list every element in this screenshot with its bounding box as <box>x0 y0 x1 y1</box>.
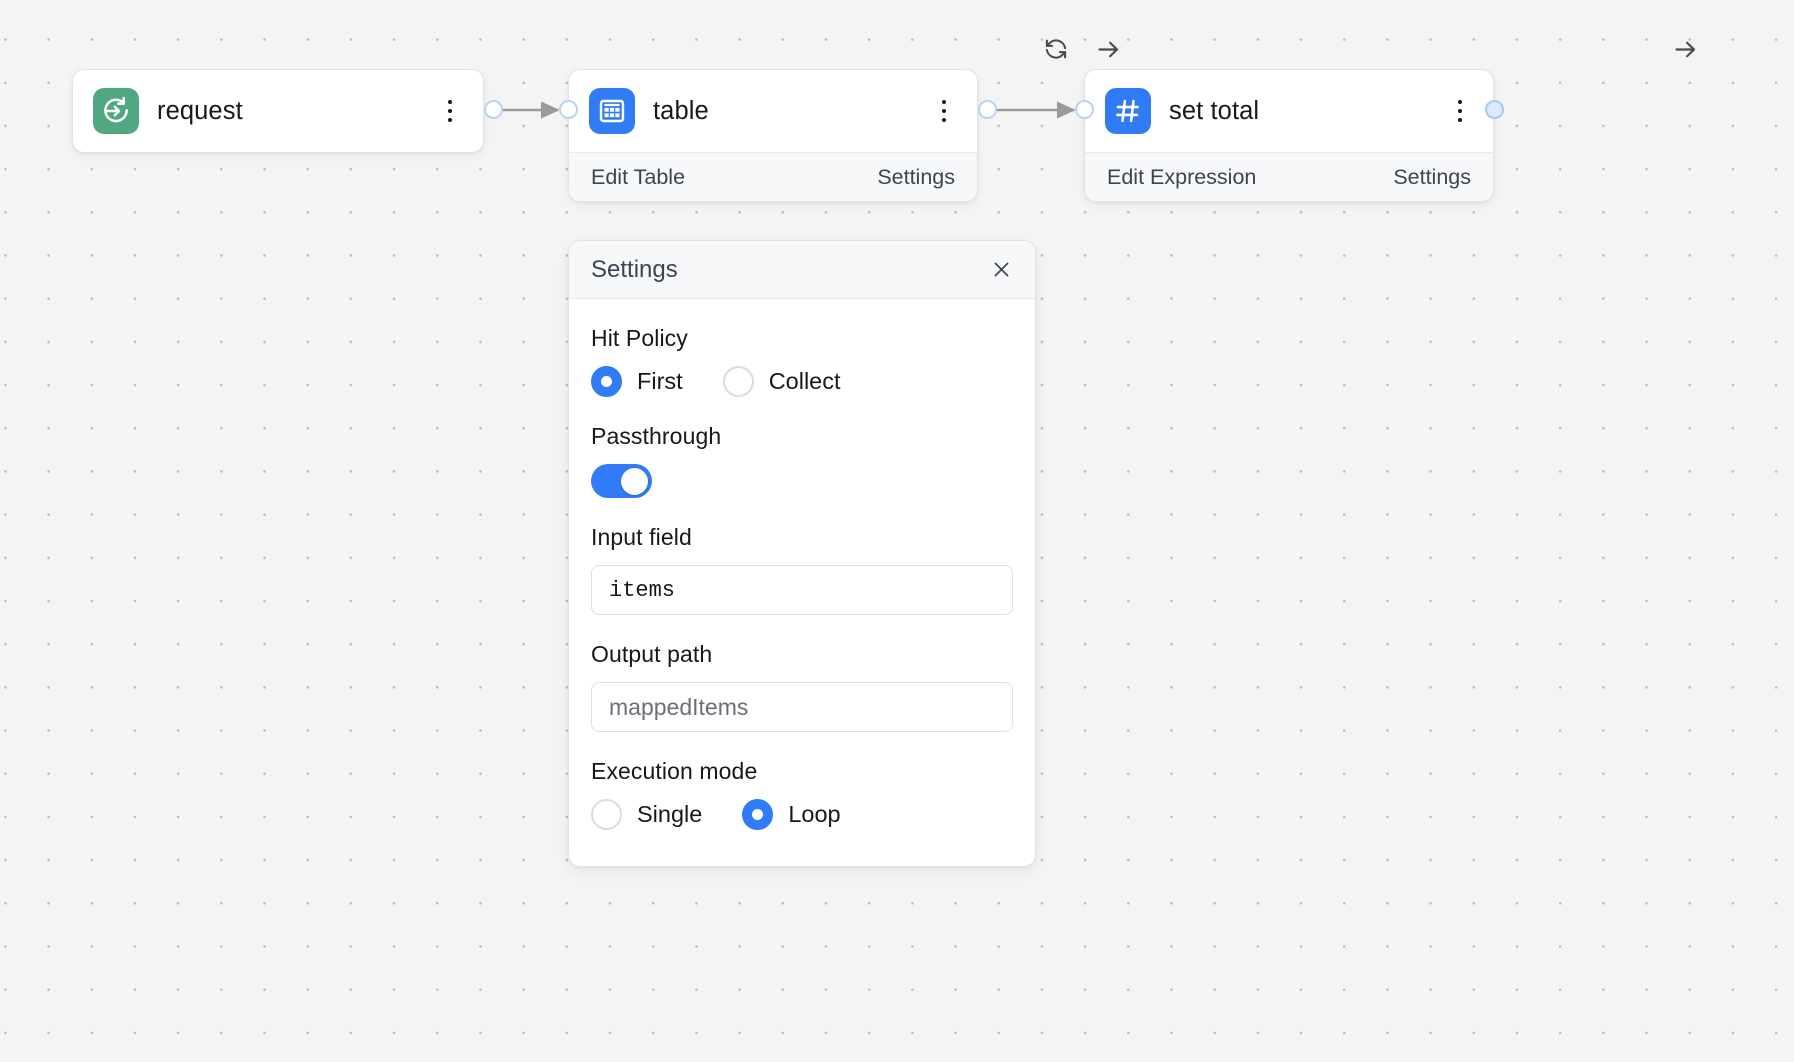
dot <box>941 108 947 114</box>
node-handle-table-output[interactable] <box>978 100 997 119</box>
dot <box>1457 99 1463 105</box>
execution-mode-option-loop[interactable]: Loop <box>742 799 841 830</box>
flow-node-table[interactable]: table Edit Table Settings <box>568 69 978 202</box>
node-title: set total <box>1169 96 1260 125</box>
field-input-field: Input field <box>591 524 1013 615</box>
node-menu-button[interactable] <box>929 94 959 128</box>
hash-icon <box>1105 88 1151 134</box>
run-arrow-icon[interactable] <box>1093 34 1123 64</box>
execution-mode-label: Execution mode <box>591 758 758 784</box>
flow-node-set-total[interactable]: set total Edit Expression Settings <box>1084 69 1494 202</box>
passthrough-label: Passthrough <box>591 423 722 449</box>
run-arrow-icon[interactable] <box>1670 34 1700 64</box>
node-menu-button[interactable] <box>435 94 465 128</box>
radio-label: Loop <box>788 801 841 827</box>
dot <box>941 117 947 123</box>
radio-indicator[interactable] <box>722 366 754 397</box>
field-hit-policy: Hit Policy First Collect <box>591 325 1013 397</box>
node-handle-set-total-input[interactable] <box>1075 100 1094 119</box>
node-handle-table-input[interactable] <box>559 100 578 119</box>
dot <box>447 117 453 123</box>
field-execution-mode: Execution mode Single Loop <box>591 758 1013 830</box>
dot <box>447 99 453 105</box>
flow-canvas[interactable]: request table Edit Table Settings set to… <box>0 0 1794 1062</box>
settings-panel: Settings Hit Policy First Collect Passth… <box>568 240 1036 867</box>
hit-policy-radio-group: First Collect <box>591 366 1013 397</box>
node-footer: Edit Expression Settings <box>1085 152 1493 201</box>
node-footer: Edit Table Settings <box>569 152 977 201</box>
field-output-path: Output path <box>591 641 1013 732</box>
passthrough-toggle[interactable] <box>591 464 652 498</box>
set-total-settings-button[interactable]: Settings <box>1393 165 1471 190</box>
table-grid-icon <box>589 88 635 134</box>
radio-indicator[interactable] <box>742 799 774 830</box>
dot <box>1457 108 1463 114</box>
toggle-knob <box>621 467 648 495</box>
close-icon[interactable] <box>988 257 1014 283</box>
radio-label: First <box>637 368 683 394</box>
dot <box>447 108 453 114</box>
output-path-label: Output path <box>591 641 713 667</box>
flow-node-request[interactable]: request <box>72 69 484 153</box>
execution-mode-radio-group: Single Loop <box>591 799 1013 830</box>
output-path-input[interactable] <box>591 682 1013 732</box>
radio-label: Collect <box>768 368 841 394</box>
node-header: table <box>569 70 977 152</box>
input-field-label: Input field <box>591 524 692 550</box>
hit-policy-option-collect[interactable]: Collect <box>722 366 841 397</box>
node-handle-set-total-output[interactable] <box>1485 100 1504 119</box>
table-settings-button[interactable]: Settings <box>877 165 955 190</box>
edit-expression-button[interactable]: Edit Expression <box>1107 165 1256 190</box>
node-header: set total <box>1085 70 1493 152</box>
node-toolbar-set-total <box>1670 34 1700 64</box>
dot <box>941 99 947 105</box>
edit-table-button[interactable]: Edit Table <box>591 165 685 190</box>
settings-panel-title: Settings <box>591 255 678 283</box>
radio-indicator[interactable] <box>591 366 622 397</box>
radio-label: Single <box>637 801 703 827</box>
field-passthrough: Passthrough <box>591 423 1013 498</box>
input-field-input[interactable] <box>591 565 1013 615</box>
node-handle-request-output[interactable] <box>484 100 503 119</box>
node-toolbar-table <box>1041 34 1123 64</box>
radio-indicator[interactable] <box>591 799 622 830</box>
hit-policy-label: Hit Policy <box>591 325 688 351</box>
refresh-icon[interactable] <box>1041 34 1071 64</box>
node-title: request <box>157 96 243 125</box>
hit-policy-option-first[interactable]: First <box>591 366 683 397</box>
execution-mode-option-single[interactable]: Single <box>591 799 702 830</box>
node-title: table <box>653 96 709 125</box>
request-arrow-icon <box>93 88 139 134</box>
node-menu-button[interactable] <box>1445 94 1475 128</box>
settings-panel-body: Hit Policy First Collect Passthrough Inp… <box>569 299 1035 866</box>
dot <box>1457 117 1463 123</box>
node-header: request <box>73 70 483 152</box>
settings-panel-header: Settings <box>569 241 1035 299</box>
